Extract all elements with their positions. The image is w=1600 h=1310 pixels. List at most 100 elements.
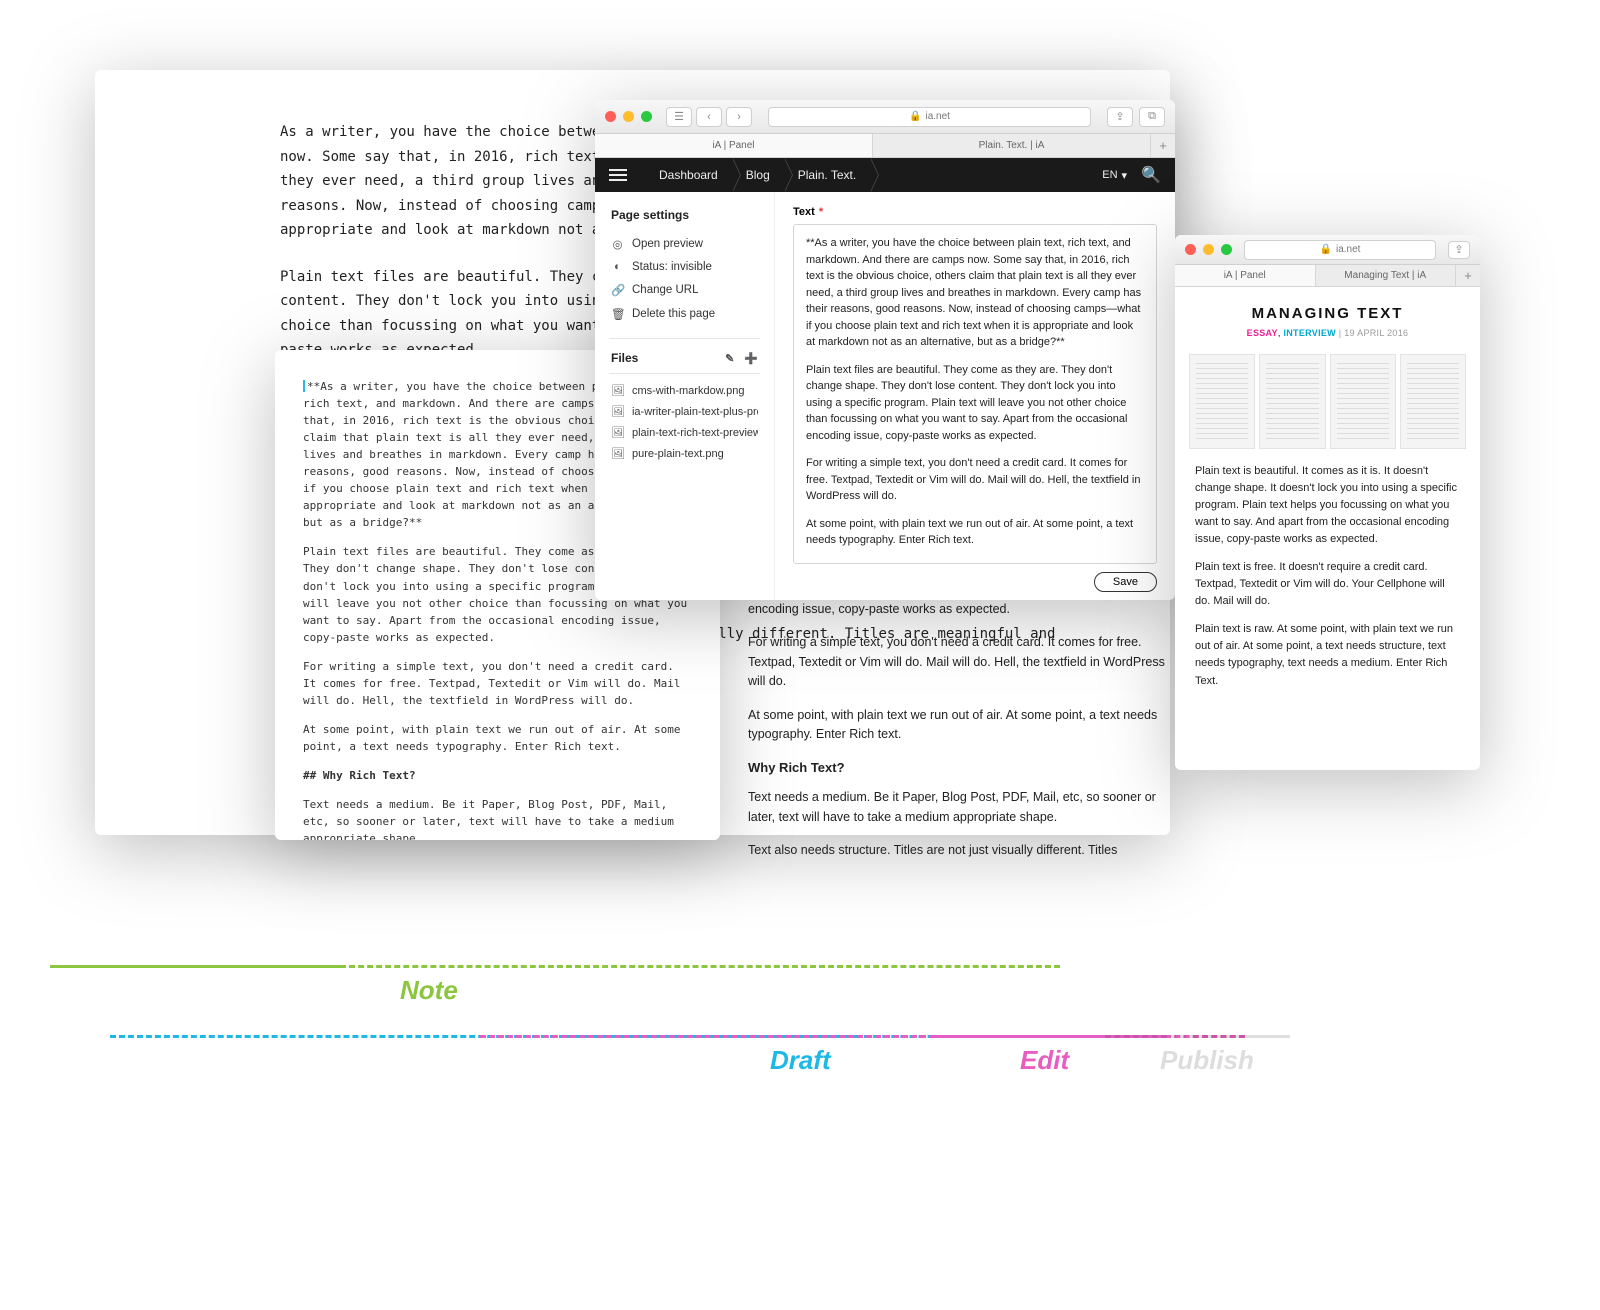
thumbnail[interactable] (1400, 354, 1466, 449)
article-window: 🔒 ia.net ⇪ iA | Panel Managing Text | iA… (1175, 235, 1480, 770)
back-button[interactable]: ‹ (696, 107, 722, 127)
files-heading: Files ✎ ➕ (611, 351, 758, 365)
thumbnail[interactable] (1330, 354, 1396, 449)
breadcrumb[interactable]: Plain. Text. (784, 158, 870, 192)
article-hero-thumbs (1175, 350, 1480, 463)
article-meta: ESSAY, INTERVIEW | 19 APRIL 2016 (1195, 328, 1460, 338)
article-paragraph: For writing a simple text, you don't nee… (748, 633, 1168, 691)
article-heading: Why Rich Text? (748, 758, 1168, 778)
browser-tab[interactable]: Plain. Text. | iA (873, 134, 1151, 157)
toggle-icon: ◐ (611, 261, 624, 273)
divider (609, 338, 760, 339)
window-controls[interactable] (605, 111, 652, 122)
article-paragraph: Plain text is beautiful. It comes as it … (1195, 463, 1460, 548)
eye-icon: ◎ (611, 237, 624, 251)
required-marker: * (819, 206, 823, 218)
timeline-segment-note (50, 965, 340, 968)
cms-sidebar: Page settings ◎Open preview ◐Status: inv… (595, 192, 775, 600)
zoom-icon[interactable] (1221, 244, 1232, 255)
language-selector[interactable]: EN▾ (1102, 169, 1127, 182)
search-icon[interactable]: 🔍 (1141, 165, 1161, 185)
cms-main: Text* **As a writer, you have the choice… (775, 192, 1175, 600)
text-cursor (303, 380, 305, 392)
textarea-line: For writing a simple text, you don't nee… (806, 455, 1144, 505)
article-tag[interactable]: ESSAY (1247, 328, 1278, 338)
image-icon: 🖼 (611, 426, 625, 439)
browser-tab[interactable]: iA | Panel (1175, 265, 1316, 286)
editor-heading-md: ## Why Rich Text? (303, 767, 692, 784)
browser-tabs: iA | Panel Plain. Text. | iA + (595, 134, 1175, 158)
add-file-icon[interactable]: ➕ (744, 352, 758, 365)
file-item[interactable]: 🖼plain-text-rich-text-preview.png (611, 422, 758, 443)
browser-tabs: iA | Panel Managing Text | iA + (1175, 265, 1480, 287)
save-button[interactable]: Save (1094, 572, 1157, 592)
article-title: MANAGING TEXT (1195, 305, 1460, 322)
open-preview-action[interactable]: ◎Open preview (611, 232, 758, 256)
browser-nav: ☰ ‹ › (666, 107, 752, 127)
thumbnail[interactable] (1189, 354, 1255, 449)
editor-paragraph: Text needs a medium. Be it Paper, Blog P… (303, 796, 692, 840)
image-icon: 🖼 (611, 384, 625, 397)
breadcrumb[interactable]: Dashboard (645, 158, 732, 192)
file-item[interactable]: 🖼pure-plain-text.png (611, 443, 758, 464)
window-controls[interactable] (1185, 244, 1232, 255)
url-text: ia.net (925, 111, 949, 122)
text-field[interactable]: **As a writer, you have the choice betwe… (793, 224, 1157, 564)
timeline-segment-note (340, 965, 1060, 968)
timeline-segment-publish (1195, 1035, 1290, 1038)
textarea-line: At some point, with plain text we run ou… (806, 516, 1144, 549)
browser-tab[interactable]: Managing Text | iA (1316, 265, 1457, 286)
file-item[interactable]: 🖼cms-with-markdow.png (611, 380, 758, 401)
address-bar[interactable]: 🔒 ia.net (768, 107, 1091, 127)
minimize-icon[interactable] (623, 111, 634, 122)
article-paragraph: Plain text is raw. At some point, with p… (1195, 621, 1460, 689)
new-tab-button[interactable]: + (1456, 265, 1480, 286)
textarea-line: ## Why Rich Text? (806, 560, 1144, 565)
cms-window: ☰ ‹ › 🔒 ia.net ⇪ ⧉ iA | Panel Plain. Tex… (595, 100, 1175, 600)
timeline-label-edit: Edit (1020, 1045, 1069, 1076)
forward-button[interactable]: › (726, 107, 752, 127)
timeline-segment-edit (480, 1035, 935, 1038)
link-icon: 🔗 (611, 283, 624, 297)
tabs-icon[interactable]: ⧉ (1139, 107, 1165, 127)
sidebar-toggle-icon[interactable]: ☰ (666, 107, 692, 127)
delete-page-action[interactable]: 🗑Delete this page (611, 302, 758, 326)
textarea-line: **As a writer, you have the choice betwe… (806, 235, 1144, 351)
zoom-icon[interactable] (641, 111, 652, 122)
trash-icon: 🗑 (611, 307, 624, 321)
article-tag[interactable]: INTERVIEW (1283, 328, 1336, 338)
share-icon[interactable]: ⇪ (1107, 107, 1133, 127)
editor-paragraph: For writing a simple text, you don't nee… (303, 658, 692, 709)
editor-paragraph: At some point, with plain text we run ou… (303, 721, 692, 755)
article-paragraph: encoding issue, copy-paste works as expe… (748, 600, 1168, 619)
image-icon: 🖼 (611, 405, 625, 418)
close-icon[interactable] (605, 111, 616, 122)
article-paragraph: Plain text is free. It doesn't require a… (1195, 559, 1460, 610)
change-url-action[interactable]: 🔗Change URL (611, 278, 758, 302)
timeline-label-publish: Publish (1160, 1045, 1254, 1076)
file-item[interactable]: 🖼ia-writer-plain-text-plus-preview.png (611, 401, 758, 422)
status-action[interactable]: ◐Status: invisible (611, 256, 758, 278)
article-paragraph: Text also needs structure. Titles are no… (748, 841, 1168, 859)
edit-files-icon[interactable]: ✎ (725, 352, 734, 365)
minimize-icon[interactable] (1203, 244, 1214, 255)
browser-tab[interactable]: iA | Panel (595, 134, 873, 157)
chevron-down-icon: ▾ (1122, 169, 1128, 182)
lock-icon: 🔒 (1320, 244, 1332, 255)
breadcrumb[interactable]: Blog (732, 158, 784, 192)
menu-icon[interactable] (609, 169, 627, 181)
close-icon[interactable] (1185, 244, 1196, 255)
workflow-timeline: Note Draft Edit Publish (50, 965, 1290, 1035)
rendered-article-column: encoding issue, copy-paste works as expe… (748, 600, 1168, 873)
new-tab-button[interactable]: + (1151, 134, 1175, 157)
url-text: ia.net (1336, 244, 1360, 255)
address-bar[interactable]: 🔒 ia.net (1244, 240, 1436, 260)
thumbnail[interactable] (1259, 354, 1325, 449)
share-icon[interactable]: ⇪ (1448, 241, 1470, 259)
browser-chrome: ☰ ‹ › 🔒 ia.net ⇪ ⧉ (595, 100, 1175, 134)
sidebar-heading: Page settings (611, 208, 758, 222)
article-body: Plain text is beautiful. It comes as it … (1175, 463, 1480, 721)
article-paragraph: Text needs a medium. Be it Paper, Blog P… (748, 788, 1168, 827)
field-label: Text* (793, 206, 1157, 218)
image-icon: 🖼 (611, 447, 625, 460)
